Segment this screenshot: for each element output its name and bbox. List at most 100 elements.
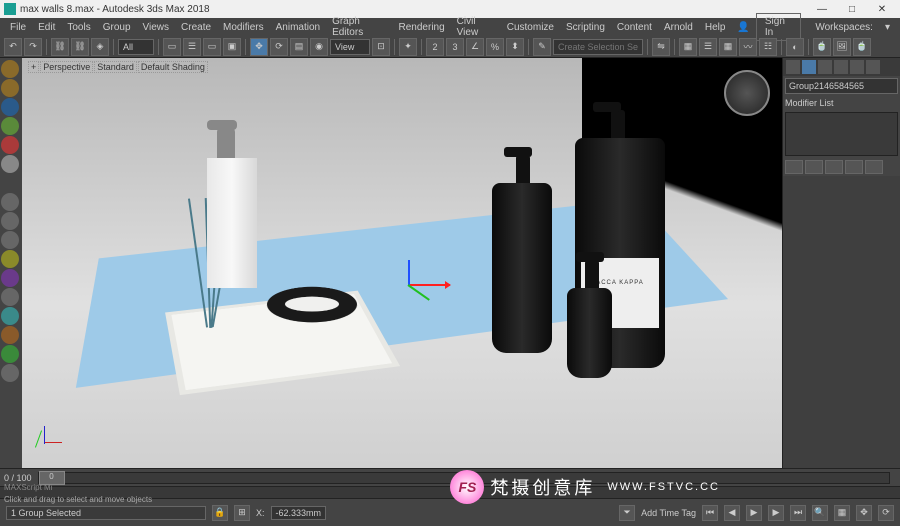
modifier-list-label[interactable]: Modifier List bbox=[785, 98, 898, 108]
snap-toggle-2[interactable]: 2 bbox=[426, 38, 444, 56]
curve-editor-button[interactable]: 〰 bbox=[739, 38, 757, 56]
layers-button[interactable]: ☰ bbox=[699, 38, 717, 56]
named-sel-button[interactable]: ✎ bbox=[533, 38, 551, 56]
select-button[interactable]: ▭ bbox=[163, 38, 181, 56]
coord-x-input[interactable]: -62.333mm bbox=[271, 506, 327, 520]
lt-helper-icon[interactable] bbox=[1, 117, 19, 135]
tab-utilities[interactable] bbox=[866, 60, 880, 74]
play-button[interactable]: ▶ bbox=[746, 505, 762, 521]
lt-c-icon[interactable] bbox=[1, 231, 19, 249]
tab-hierarchy[interactable] bbox=[818, 60, 832, 74]
remove-mod-button[interactable] bbox=[845, 160, 863, 174]
maxscript-label[interactable]: MAXScript Mi bbox=[4, 483, 52, 492]
lt-g-icon[interactable] bbox=[1, 307, 19, 325]
redo-button[interactable]: ↷ bbox=[24, 38, 42, 56]
selection-filter[interactable] bbox=[118, 39, 154, 55]
lt-h-icon[interactable] bbox=[1, 326, 19, 344]
lt-i-icon[interactable] bbox=[1, 345, 19, 363]
menu-customize[interactable]: Customize bbox=[501, 20, 560, 35]
menu-create[interactable]: Create bbox=[175, 20, 217, 35]
tab-display[interactable] bbox=[850, 60, 864, 74]
menu-file[interactable]: File bbox=[4, 20, 32, 35]
toggle-ribbon-button[interactable]: ▦ bbox=[719, 38, 737, 56]
unique-button[interactable] bbox=[825, 160, 843, 174]
menu-scripting[interactable]: Scripting bbox=[560, 20, 611, 35]
link-button[interactable]: ⛓ bbox=[51, 38, 69, 56]
menu-animation[interactable]: Animation bbox=[270, 20, 326, 35]
menu-edit[interactable]: Edit bbox=[32, 20, 61, 35]
unlink-button[interactable]: ⛓ bbox=[71, 38, 89, 56]
nav-orbit-button[interactable]: ⟳ bbox=[878, 505, 894, 521]
menu-rendering[interactable]: Rendering bbox=[393, 20, 451, 35]
render-frame-button[interactable]: 🖼 bbox=[833, 38, 851, 56]
configure-button[interactable] bbox=[865, 160, 883, 174]
percent-snap-button[interactable]: % bbox=[486, 38, 504, 56]
scale-button[interactable]: ▤ bbox=[290, 38, 308, 56]
minimize-button[interactable]: — bbox=[808, 1, 836, 17]
menu-content[interactable]: Content bbox=[611, 20, 658, 35]
absolute-mode-button[interactable]: ⊞ bbox=[234, 505, 250, 521]
manipulate-button[interactable]: ✦ bbox=[399, 38, 417, 56]
menu-modifiers[interactable]: Modifiers bbox=[217, 20, 270, 35]
tab-modify[interactable] bbox=[802, 60, 816, 74]
tab-create[interactable] bbox=[786, 60, 800, 74]
nav-zoomall-button[interactable]: ▦ bbox=[834, 505, 850, 521]
move-button[interactable]: ✥ bbox=[250, 38, 268, 56]
close-button[interactable]: ✕ bbox=[868, 1, 896, 17]
goto-start-button[interactable]: ⏮ bbox=[702, 505, 718, 521]
tab-motion[interactable] bbox=[834, 60, 848, 74]
menu-tools[interactable]: Tools bbox=[61, 20, 96, 35]
mirror-button[interactable]: ⇋ bbox=[652, 38, 670, 56]
named-sel-input[interactable] bbox=[553, 39, 643, 55]
select-name-button[interactable]: ☰ bbox=[183, 38, 201, 56]
lt-sys-icon[interactable] bbox=[1, 155, 19, 173]
menu-arnold[interactable]: Arnold bbox=[658, 20, 699, 35]
menu-civilview[interactable]: Civil View bbox=[451, 14, 501, 40]
timetag-label[interactable]: Add Time Tag bbox=[641, 508, 696, 518]
menu-grapheditors[interactable]: Graph Editors bbox=[326, 14, 392, 40]
angle-snap-button[interactable]: ∠ bbox=[466, 38, 484, 56]
nav-zoom-button[interactable]: 🔍 bbox=[812, 505, 828, 521]
render-button[interactable]: 🍵 bbox=[853, 38, 871, 56]
render-setup-button[interactable]: 🍵 bbox=[813, 38, 831, 56]
undo-button[interactable]: ↶ bbox=[4, 38, 22, 56]
show-end-button[interactable] bbox=[805, 160, 823, 174]
lt-d-icon[interactable] bbox=[1, 250, 19, 268]
lt-e-icon[interactable] bbox=[1, 269, 19, 287]
next-frame-button[interactable]: ▶ bbox=[768, 505, 784, 521]
lock-selection-button[interactable]: 🔒 bbox=[212, 505, 228, 521]
transform-gizmo[interactable] bbox=[408, 260, 468, 310]
prev-frame-button[interactable]: ◀ bbox=[724, 505, 740, 521]
menu-group[interactable]: Group bbox=[97, 20, 137, 35]
schematic-button[interactable]: ☷ bbox=[759, 38, 777, 56]
timetag-icon[interactable]: ⏷ bbox=[619, 505, 635, 521]
lt-camera-icon[interactable] bbox=[1, 98, 19, 116]
pin-stack-button[interactable] bbox=[785, 160, 803, 174]
refcoord-dropdown[interactable] bbox=[330, 39, 370, 55]
workspaces-dropdown[interactable]: ▾ bbox=[879, 20, 896, 35]
goto-end-button[interactable]: ⏭ bbox=[790, 505, 806, 521]
pivot-button[interactable]: ⊡ bbox=[372, 38, 390, 56]
time-slider[interactable]: 0 bbox=[38, 472, 890, 484]
menu-help[interactable]: Help bbox=[699, 20, 732, 35]
select-region-button[interactable]: ▭ bbox=[203, 38, 221, 56]
menu-views[interactable]: Views bbox=[137, 20, 176, 35]
spinner-snap-button[interactable]: ⬍ bbox=[506, 38, 524, 56]
gizmo-x-axis[interactable] bbox=[408, 284, 450, 286]
gizmo-z-axis[interactable] bbox=[408, 260, 410, 286]
lt-light-icon[interactable] bbox=[1, 79, 19, 97]
gizmo-y-axis[interactable] bbox=[407, 284, 429, 301]
place-button[interactable]: ◉ bbox=[310, 38, 328, 56]
lt-j-icon[interactable] bbox=[1, 364, 19, 382]
modifier-stack[interactable] bbox=[785, 112, 898, 156]
lt-b-icon[interactable] bbox=[1, 212, 19, 230]
viewcube[interactable] bbox=[724, 70, 770, 116]
lt-a-icon[interactable] bbox=[1, 193, 19, 211]
bind-button[interactable]: ◈ bbox=[91, 38, 109, 56]
lt-f-icon[interactable] bbox=[1, 288, 19, 306]
nav-pan-button[interactable]: ✥ bbox=[856, 505, 872, 521]
lt-obj-icon[interactable] bbox=[1, 60, 19, 78]
material-editor-button[interactable]: ◐ bbox=[786, 38, 804, 56]
snap-toggle-3[interactable]: 3 bbox=[446, 38, 464, 56]
align-button[interactable]: ▦ bbox=[679, 38, 697, 56]
